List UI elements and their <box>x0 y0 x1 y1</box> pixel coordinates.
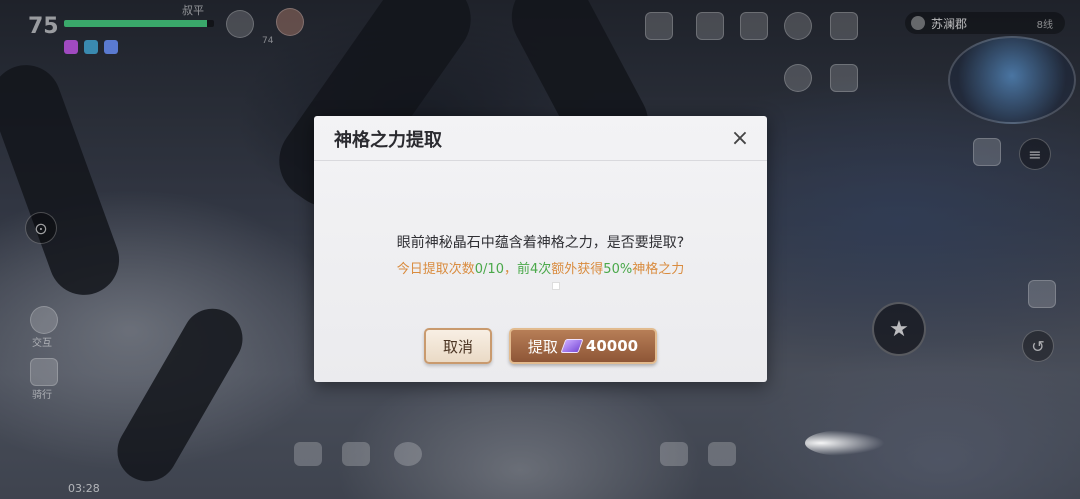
quest-icon[interactable] <box>973 138 1001 166</box>
ride-label: 骑行 <box>32 390 52 401</box>
activity-icon[interactable] <box>784 12 812 40</box>
dialog-title: 神格之力提取 <box>334 130 442 151</box>
extract-info: 今日提取次数0/10，前4次额外获得50%神格之力 <box>314 258 767 277</box>
bag-icon[interactable] <box>830 12 858 40</box>
dialog-message: 眼前神秘晶石中蕴含着神格之力，是否要提取? <box>396 235 685 251</box>
interact-icon[interactable] <box>30 306 58 334</box>
joystick-center-icon[interactable]: ⊙ <box>25 212 57 244</box>
decorative-dot <box>552 282 560 290</box>
menu-icon[interactable] <box>645 12 673 40</box>
buff-icon[interactable] <box>104 40 118 54</box>
location-marker-icon <box>911 16 925 30</box>
bonus-times: 前4次 <box>517 262 552 277</box>
cancel-button[interactable]: 取消 <box>424 328 492 364</box>
extract-button[interactable]: 提取 40000 <box>509 328 657 364</box>
skill-slot-icon[interactable] <box>1028 280 1056 308</box>
buff-icon[interactable] <box>64 40 78 54</box>
game-time: 03:28 <box>68 482 100 495</box>
hp-bar <box>64 20 214 27</box>
voice-icon[interactable] <box>342 442 370 466</box>
bonus-percent: 50% <box>603 262 633 277</box>
info-text: 神格之力 <box>632 262 685 277</box>
hp-bar-fill <box>64 20 207 27</box>
menu-list-icon[interactable]: ≡ <box>1019 138 1051 170</box>
dialog-header: 神格之力提取 × <box>314 116 767 161</box>
player-name: 叔平 <box>182 4 204 17</box>
light-effect <box>805 430 885 456</box>
info-text: 额外获得 <box>551 262 604 277</box>
pet-icon[interactable] <box>830 64 858 92</box>
extract-dialog: 神格之力提取 × 眼前神秘晶石中蕴含着神格之力，是否要提取? 今日提取次数0/1… <box>314 116 767 382</box>
location-bar[interactable]: 苏澜郡 8线 <box>905 12 1065 34</box>
chat-icon[interactable] <box>394 442 422 466</box>
close-icon[interactable]: × <box>727 125 753 151</box>
star-skill-icon[interactable]: ★ <box>872 302 926 356</box>
team-icon[interactable] <box>226 10 254 38</box>
ride-icon[interactable] <box>30 358 58 386</box>
buff-icon[interactable] <box>84 40 98 54</box>
info-separator: ， <box>503 262 517 277</box>
minimap[interactable] <box>948 36 1076 124</box>
interact-label: 交互 <box>32 338 52 349</box>
jump-icon[interactable]: ↺ <box>1022 330 1054 362</box>
friends-icon[interactable] <box>294 442 322 466</box>
calendar-icon[interactable] <box>740 12 768 40</box>
info-text: 今日提取次数 <box>396 262 475 277</box>
player-level: 75 <box>28 14 59 39</box>
camera-icon[interactable] <box>660 442 688 466</box>
extract-cost: 40000 <box>585 337 639 355</box>
crystal-currency-icon <box>560 339 584 353</box>
extract-count: 0/10 <box>474 262 504 277</box>
location-name: 苏澜郡 <box>931 16 968 31</box>
cooking-icon[interactable] <box>708 442 736 466</box>
extract-label: 提取 <box>527 337 558 356</box>
event-icon[interactable] <box>784 64 812 92</box>
companion-avatar[interactable] <box>276 8 304 36</box>
channel-label: 8线 <box>1036 19 1053 31</box>
shop-icon[interactable] <box>696 12 724 40</box>
sub-level-label: 74 <box>262 36 274 46</box>
